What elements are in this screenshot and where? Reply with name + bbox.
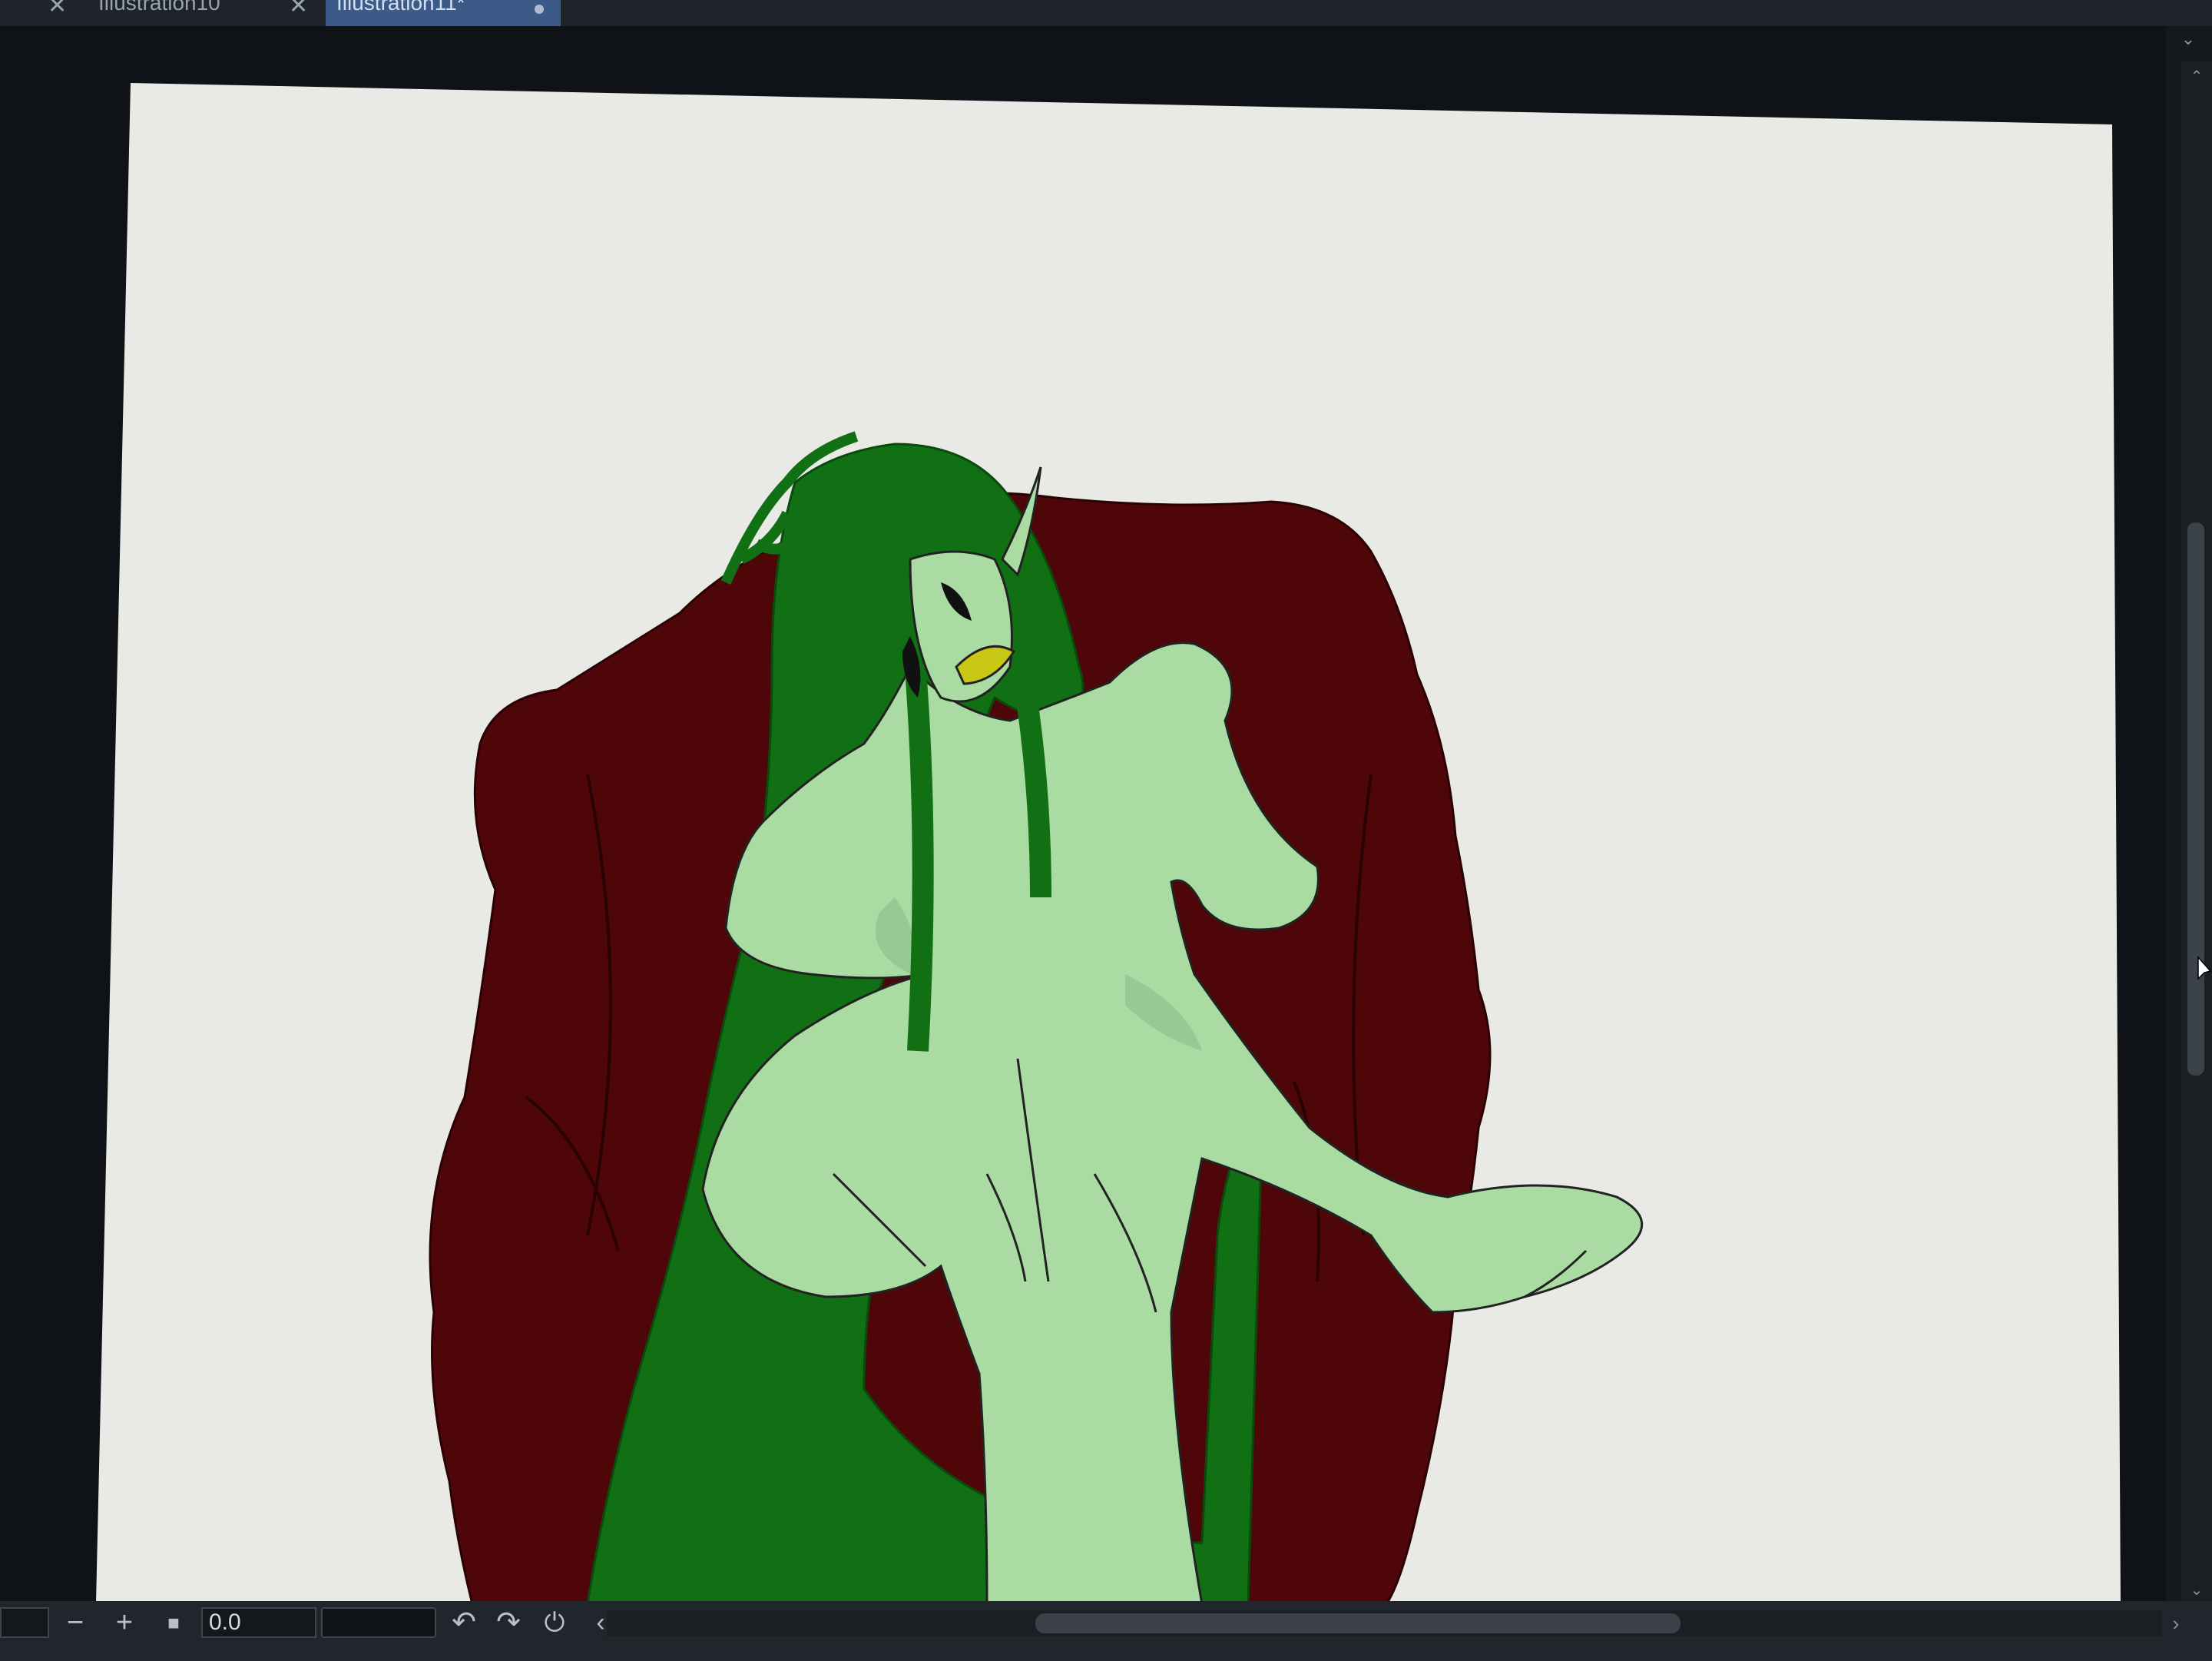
horizontal-scrollbar[interactable] (607, 1610, 2161, 1636)
rotate-right-icon[interactable]: ↷ (492, 1607, 525, 1638)
artwork-illustration (429, 431, 1644, 1604)
scroll-right-icon[interactable]: › (2163, 1610, 2189, 1636)
mouse-cursor-icon (2197, 956, 2212, 980)
paint-app-window: ✕ Illustration10 ✕ Illustration11* ⌄ ⌃ ⌄… (0, 0, 2212, 1661)
zoom-out-icon[interactable]: − (58, 1607, 92, 1638)
horizontal-scroll-thumb[interactable] (1035, 1613, 1681, 1633)
unsaved-dot-icon[interactable] (535, 5, 544, 14)
reset-rotation-icon[interactable]: ⏻ (538, 1607, 571, 1638)
canvas-viewport[interactable] (0, 26, 2166, 1604)
tab-illustration10[interactable]: ✕ Illustration10 ✕ (0, 0, 323, 26)
canvas-navigation-bar: − + ■ 0.0 ↶ ↷ ⏻ ‹ › (0, 1601, 2212, 1661)
tab-label: Illustration11* (336, 0, 465, 15)
close-tab-icon[interactable]: ✕ (289, 0, 308, 18)
zoom-in-icon[interactable]: + (108, 1607, 141, 1638)
drawing-canvas[interactable] (96, 83, 2121, 1604)
chevron-down-icon[interactable]: ⌄ (2178, 29, 2198, 49)
close-icon[interactable]: ✕ (48, 0, 67, 18)
vertical-scroll-thumb[interactable] (2187, 522, 2204, 1076)
scroll-down-icon[interactable]: ⌄ (2186, 1580, 2207, 1601)
rotate-left-icon[interactable]: ↶ (447, 1607, 481, 1638)
document-tab-bar: ✕ Illustration10 ✕ Illustration11* (0, 0, 2212, 26)
fit-to-window-icon[interactable]: ■ (157, 1607, 190, 1638)
rotation-slider[interactable] (321, 1607, 436, 1638)
rotation-angle-input[interactable]: 0.0 (201, 1607, 316, 1638)
zoom-level-box[interactable] (0, 1607, 49, 1638)
scroll-up-icon[interactable]: ⌃ (2186, 66, 2207, 88)
vertical-scrollbar[interactable]: ⌃ ⌄ (2181, 61, 2212, 1606)
tab-illustration11[interactable]: Illustration11* (326, 0, 561, 26)
tab-label: Illustration10 (98, 0, 220, 15)
